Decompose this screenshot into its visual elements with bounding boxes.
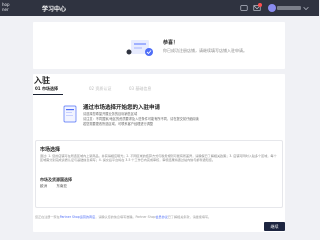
step-1[interactable]: 01 市场选择 [35,86,58,92]
document-icon [63,105,77,123]
info-banner: 通过市场选择开始您的入驻申请 请选择您希望开展业务的目标销售区域 请注意：不同国… [63,102,243,130]
section-title: 入驻 [34,76,50,85]
region-label: 市场及货源国选择 [40,177,72,182]
page-title: 学习中心 [42,6,67,13]
market-selection-box: 市场选择 通过: 1. 您的店铺可在所选区域内上架商品，并获得相应曝光；2. 不… [35,140,283,208]
welcome-subtitle: 你已成功注册店铺，请继续填写店铺入驻申请。 [163,48,247,53]
region-options: 欧洲 东南亚 [40,184,75,189]
market-selection-title: 市场选择 [40,147,61,153]
onboarding-card: 入驻 01 市场选择 02 资质认证 03 基础信息 通过市场选择开始您的入驻申… [33,74,285,232]
step-tabs: 01 市场选择 02 资质认证 03 基础信息 [33,86,285,95]
step-3[interactable]: 03 基础信息 [129,86,151,92]
banner-line: 若您需要更改所选区域，可联系客户经理进行调整 [83,122,154,126]
user-name-redacted[interactable] [277,6,301,10]
footer-middle: ，请确认您的信息填写准确。Partner Shop [95,215,156,219]
footer-link-shop[interactable]: Partner Shop运营的商店 [60,215,95,219]
market-selection-description: 通过: 1. 您的店铺可在所选区域内上架商品，并获得相应曝光；2. 不同区域的结… [40,154,277,163]
welcome-card: 恭喜！ 你已成功注册店铺，请继续填写店铺入驻申请。 [33,22,285,69]
banner-title: 通过市场选择开始您的入驻申请 [83,105,161,111]
avatar[interactable] [268,4,276,12]
top-bar: hop ner 学习中心 [0,0,319,16]
step-2[interactable]: 02 资质认证 [89,86,111,92]
notification-badge [258,3,262,7]
footer-note: 您正在注册一家在Partner Shop运营的商店，请确认您的信息填写准确。Pa… [35,214,211,219]
welcome-title: 恭喜！ [163,40,179,46]
region-option-europe[interactable]: 欧洲 [40,184,47,188]
brand-logo-text: hop ner [2,2,10,12]
footer-prefix: 您正在注册一家在 [35,215,60,219]
chevron-down-icon[interactable] [302,4,310,12]
message-icon[interactable] [240,4,248,12]
footer-suffix: 已了解相关条款，请继续填写。 [167,215,212,219]
active-step-underline [33,94,63,95]
next-button[interactable]: 继续 [264,222,285,231]
footer-link-agreement[interactable]: 会员协议 [155,215,167,219]
region-option-sea[interactable]: 东南亚 [56,184,67,188]
welcome-illustration-icon [126,40,153,56]
